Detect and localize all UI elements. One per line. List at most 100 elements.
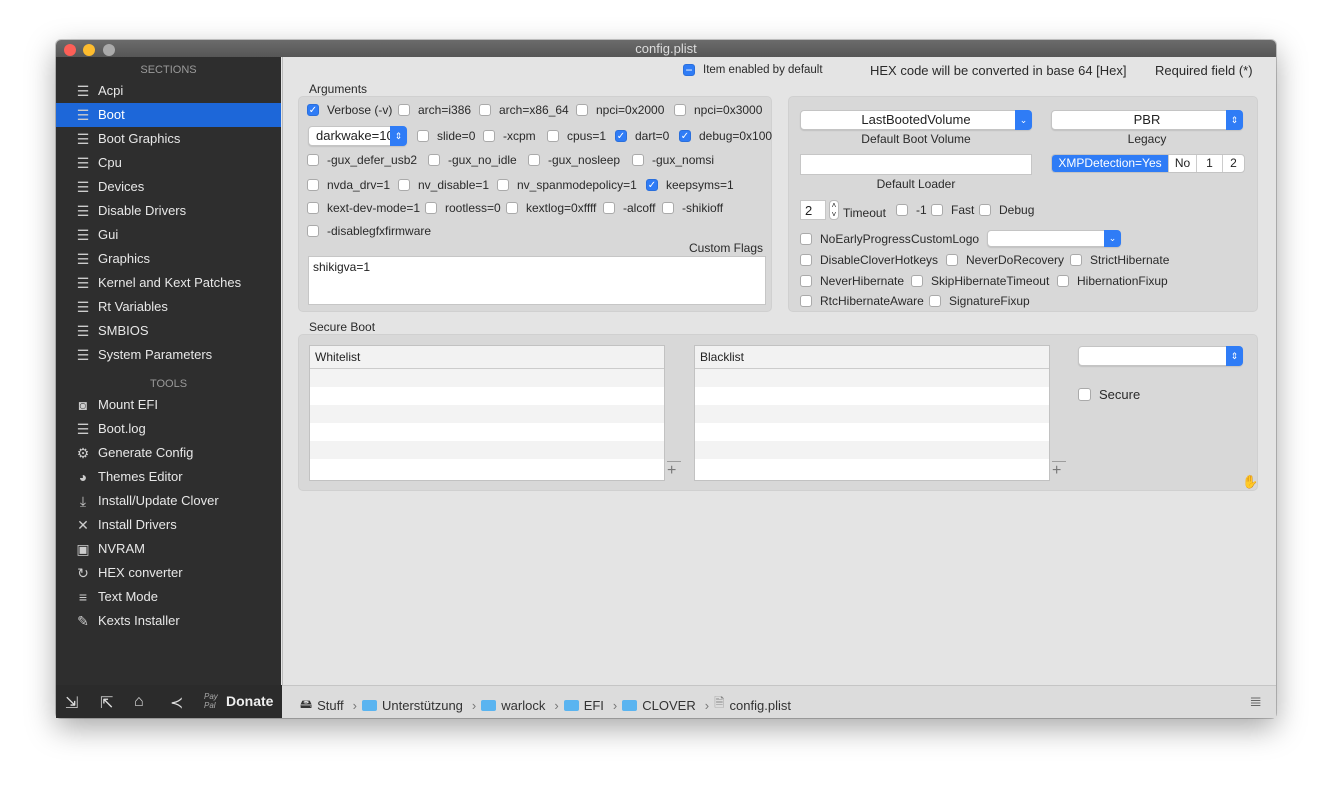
secure-boot-policy-select[interactable]: ⇕ <box>1078 346 1243 366</box>
checkbox-arch-x86-64[interactable]: arch=x86_64 <box>479 102 569 118</box>
checkbox-hibernationfixup[interactable]: HibernationFixup <box>1057 273 1168 289</box>
checkbox-debug[interactable]: Debug <box>979 202 1034 218</box>
sidebar-item-rt-variables[interactable]: ☰ Rt Variables <box>56 295 281 319</box>
checkbox-label: NeverHibernate <box>820 274 905 288</box>
breadcrumb-stuff[interactable]: 🖴 Stuff <box>300 695 344 716</box>
checkbox-fast[interactable]: Fast <box>931 202 974 218</box>
checkbox-alcoff[interactable]: -alcoff <box>603 200 655 216</box>
whitelist-add-button[interactable]: + <box>667 462 676 480</box>
checkbox-nvda-drv-1[interactable]: nvda_drv=1 <box>307 177 390 193</box>
xmp-option-xmpdetection-yes[interactable]: XMPDetection=Yes <box>1052 155 1168 172</box>
tool-item-kexts-installer[interactable]: ✎ Kexts Installer <box>56 609 281 633</box>
checkbox-1[interactable]: -1 <box>896 202 927 218</box>
checkbox-gux-no-idle[interactable]: -gux_no_idle <box>428 152 517 168</box>
checkbox-label: -shikioff <box>682 201 724 215</box>
sidebar-item-smbios[interactable]: ☰ SMBIOS <box>56 319 281 343</box>
timeout-stepper[interactable]: ˄ ˅ <box>829 200 839 220</box>
breadcrumb-config-plist[interactable]: 🗎 config.plist <box>714 694 791 716</box>
file-icon: 🗎 <box>714 695 725 710</box>
checkbox-label: nv_spanmodepolicy=1 <box>517 178 637 192</box>
checkbox-debug-0x100[interactable]: ✓ debug=0x100 <box>679 128 772 144</box>
checkbox-dart-0[interactable]: ✓ dart=0 <box>615 128 669 144</box>
checkbox-neverdorecovery[interactable]: NeverDoRecovery <box>946 252 1064 268</box>
minimize-button[interactable] <box>83 44 95 56</box>
sidebar-item-graphics[interactable]: ☰ Graphics <box>56 247 281 271</box>
sidebar-item-system-parameters[interactable]: ☰ System Parameters <box>56 343 281 367</box>
checkbox-kext-dev-mode-1[interactable]: kext-dev-mode=1 <box>307 200 420 216</box>
checkbox-disablecloverhotkeys[interactable]: DisableCloverHotkeys <box>800 252 938 268</box>
checkbox-disablegfxfirmware[interactable]: -disablegfxfirmware <box>307 223 431 239</box>
checkbox-nv-spanmodepolicy-1[interactable]: nv_spanmodepolicy=1 <box>497 177 637 193</box>
tool-item-label: HEX converter <box>98 565 183 580</box>
default-loader-input[interactable] <box>800 154 1032 175</box>
checkbox-gux-nomsi[interactable]: -gux_nomsi <box>632 152 714 168</box>
tool-item-hex-converter[interactable]: ↻ HEX converter <box>56 561 281 585</box>
sidebar-item-cpu[interactable]: ☰ Cpu <box>56 151 281 175</box>
sidebar-item-gui[interactable]: ☰ Gui <box>56 223 281 247</box>
checkbox-neverhibernate[interactable]: NeverHibernate <box>800 273 904 289</box>
import-icon[interactable]: ⇲ <box>65 693 78 713</box>
breadcrumb-warlock[interactable]: warlock <box>481 698 545 713</box>
checkbox-nv-disable-1[interactable]: nv_disable=1 <box>398 177 489 193</box>
secure-checkbox[interactable]: Secure <box>1078 386 1140 402</box>
export-icon[interactable]: ⇱ <box>100 693 113 713</box>
sidebar-item-boot[interactable]: ☰ Boot <box>56 103 281 127</box>
checkbox-signaturefixup[interactable]: SignatureFixup <box>929 293 1030 309</box>
checkbox-skiphibernatetimeout[interactable]: SkipHibernateTimeout <box>911 273 1049 289</box>
xmp-option-2[interactable]: 2 <box>1222 155 1244 172</box>
tool-item-mount-efi[interactable]: ◙ Mount EFI <box>56 393 281 417</box>
sidebar-item-devices[interactable]: ☰ Devices <box>56 175 281 199</box>
checkbox-gux-nosleep[interactable]: -gux_nosleep <box>528 152 620 168</box>
blacklist-table[interactable]: Blacklist <box>694 345 1050 481</box>
darkwake-select[interactable]: darkwake=10 ⇕ <box>308 126 407 146</box>
menu-icon[interactable]: ≣ <box>1249 692 1262 710</box>
donate-button[interactable]: Donate <box>226 693 273 709</box>
breadcrumb-efi[interactable]: EFI <box>563 698 604 713</box>
share-icon[interactable]: ≺ <box>170 693 183 713</box>
legacy-select[interactable]: PBR ⇕ <box>1051 110 1243 130</box>
tool-item-boot-log[interactable]: ☰ Boot.log <box>56 417 281 441</box>
tool-item-text-mode[interactable]: ≡ Text Mode <box>56 585 281 609</box>
checkbox-cpus-1[interactable]: cpus=1 <box>547 128 606 144</box>
default-boot-volume-select[interactable]: LastBootedVolume ⌄ <box>800 110 1032 130</box>
tool-item-install-update-clover[interactable]: ⤓ Install/Update Clover <box>56 489 281 513</box>
zoom-button[interactable] <box>103 44 115 56</box>
checkbox-xcpm[interactable]: -xcpm <box>483 128 536 144</box>
tool-item-nvram[interactable]: ▣ NVRAM <box>56 537 281 561</box>
checkbox-noearlyprogress[interactable]: NoEarlyProgress <box>800 231 911 247</box>
checkbox-shikioff[interactable]: -shikioff <box>662 200 723 216</box>
checkbox-box <box>417 130 429 142</box>
blacklist-add-button[interactable]: + <box>1052 462 1061 480</box>
breadcrumb-clover[interactable]: CLOVER <box>622 698 696 713</box>
checkbox-rtchibernateaware[interactable]: RtcHibernateAware <box>800 293 924 309</box>
checkbox-stricthibernate[interactable]: StrictHibernate <box>1070 252 1169 268</box>
sidebar-item-boot-graphics[interactable]: ☰ Boot Graphics <box>56 127 281 151</box>
breadcrumb-unterst-tzung[interactable]: Unterstützung <box>361 698 463 713</box>
custom-flags-input[interactable]: shikigva=1 <box>308 256 766 305</box>
checkbox-keepsyms-1[interactable]: ✓ keepsyms=1 <box>646 177 734 193</box>
checkbox-npci-0x3000[interactable]: npci=0x3000 <box>674 102 762 118</box>
checkbox-box <box>506 202 518 214</box>
checkbox-kextlog-0xffff[interactable]: kextlog=0xffff <box>506 200 596 216</box>
checkbox-npci-0x2000[interactable]: npci=0x2000 <box>576 102 664 118</box>
timeout-input[interactable]: 2 <box>800 200 826 220</box>
sidebar-item-disable-drivers[interactable]: ☰ Disable Drivers <box>56 199 281 223</box>
tool-item-label: Mount EFI <box>98 397 158 412</box>
tool-item-themes-editor[interactable]: ◕ Themes Editor <box>56 465 281 489</box>
tool-item-install-drivers[interactable]: ✕ Install Drivers <box>56 513 281 537</box>
home-icon[interactable]: ⌂ <box>134 693 144 711</box>
sidebar-item-kernel-and-kext-patches[interactable]: ☰ Kernel and Kext Patches <box>56 271 281 295</box>
whitelist-table[interactable]: Whitelist <box>309 345 665 481</box>
custom-logo-select[interactable]: ⌄ <box>987 230 1121 247</box>
sidebar-item-acpi[interactable]: ☰ Acpi <box>56 79 281 103</box>
close-button[interactable] <box>64 44 76 56</box>
checkbox-slide-0[interactable]: slide=0 <box>417 128 475 144</box>
checkbox-verbose-v[interactable]: ✓ Verbose (-v) <box>307 102 392 118</box>
tool-item-generate-config[interactable]: ⚙ Generate Config <box>56 441 281 465</box>
checkbox-rootless-0[interactable]: rootless=0 <box>425 200 501 216</box>
xmp-option-1[interactable]: 1 <box>1196 155 1222 172</box>
xmp-option-no[interactable]: No <box>1168 155 1196 172</box>
checkbox-arch-i386[interactable]: arch=i386 <box>398 102 471 118</box>
breadcrumb-separator: › <box>612 697 618 713</box>
checkbox-gux-defer-usb2[interactable]: -gux_defer_usb2 <box>307 152 417 168</box>
